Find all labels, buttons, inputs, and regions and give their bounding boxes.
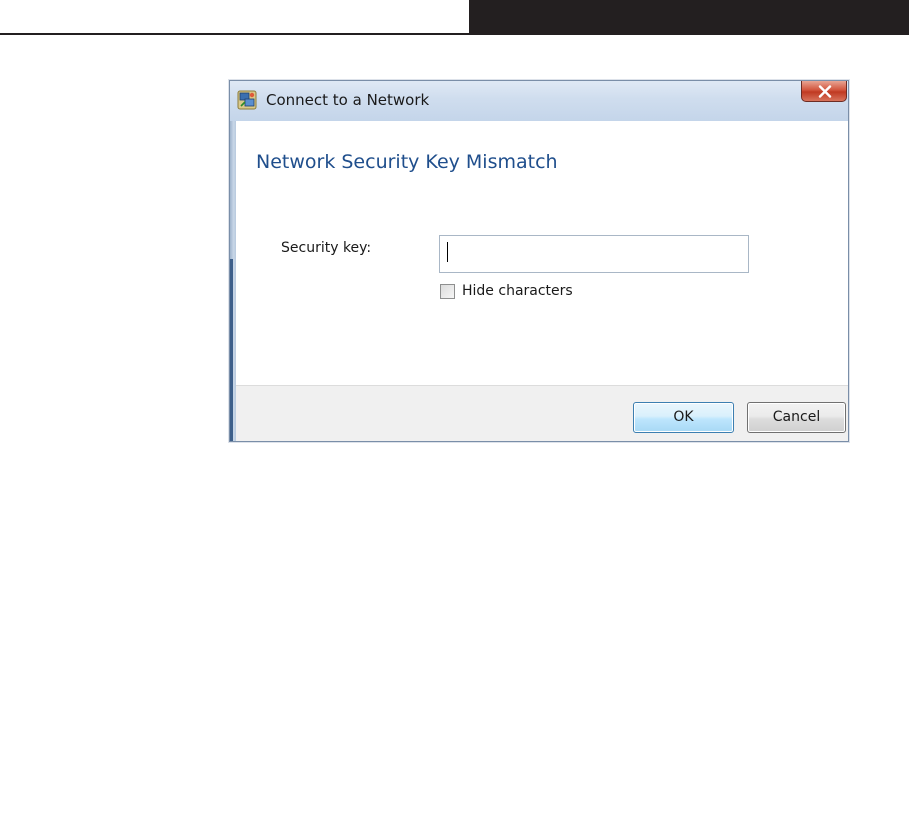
dialog-heading: Network Security Key Mismatch — [256, 151, 558, 173]
dialog-title: Connect to a Network — [266, 91, 430, 109]
ok-button[interactable]: OK — [633, 402, 734, 433]
dialog-titlebar: Connect to a Network — [230, 81, 848, 121]
hide-characters-checkbox[interactable] — [440, 284, 455, 299]
page-header-bar — [469, 0, 909, 33]
close-button[interactable] — [801, 81, 847, 102]
dialog-frame-shadow — [230, 259, 233, 441]
connect-to-network-dialog: Connect to a Network Network Security Ke… — [229, 80, 849, 442]
cancel-button[interactable]: Cancel — [747, 402, 846, 433]
dialog-button-bar: OK Cancel — [236, 385, 848, 441]
hide-characters-label[interactable]: Hide characters — [462, 283, 573, 299]
security-key-label: Security key: — [281, 240, 372, 256]
dialog-content: Network Security Key Mismatch Security k… — [236, 121, 848, 385]
page-header-rule — [0, 33, 909, 35]
close-icon — [818, 85, 832, 98]
network-connection-icon — [237, 90, 257, 110]
security-key-input[interactable] — [439, 235, 749, 273]
text-caret — [447, 242, 448, 262]
